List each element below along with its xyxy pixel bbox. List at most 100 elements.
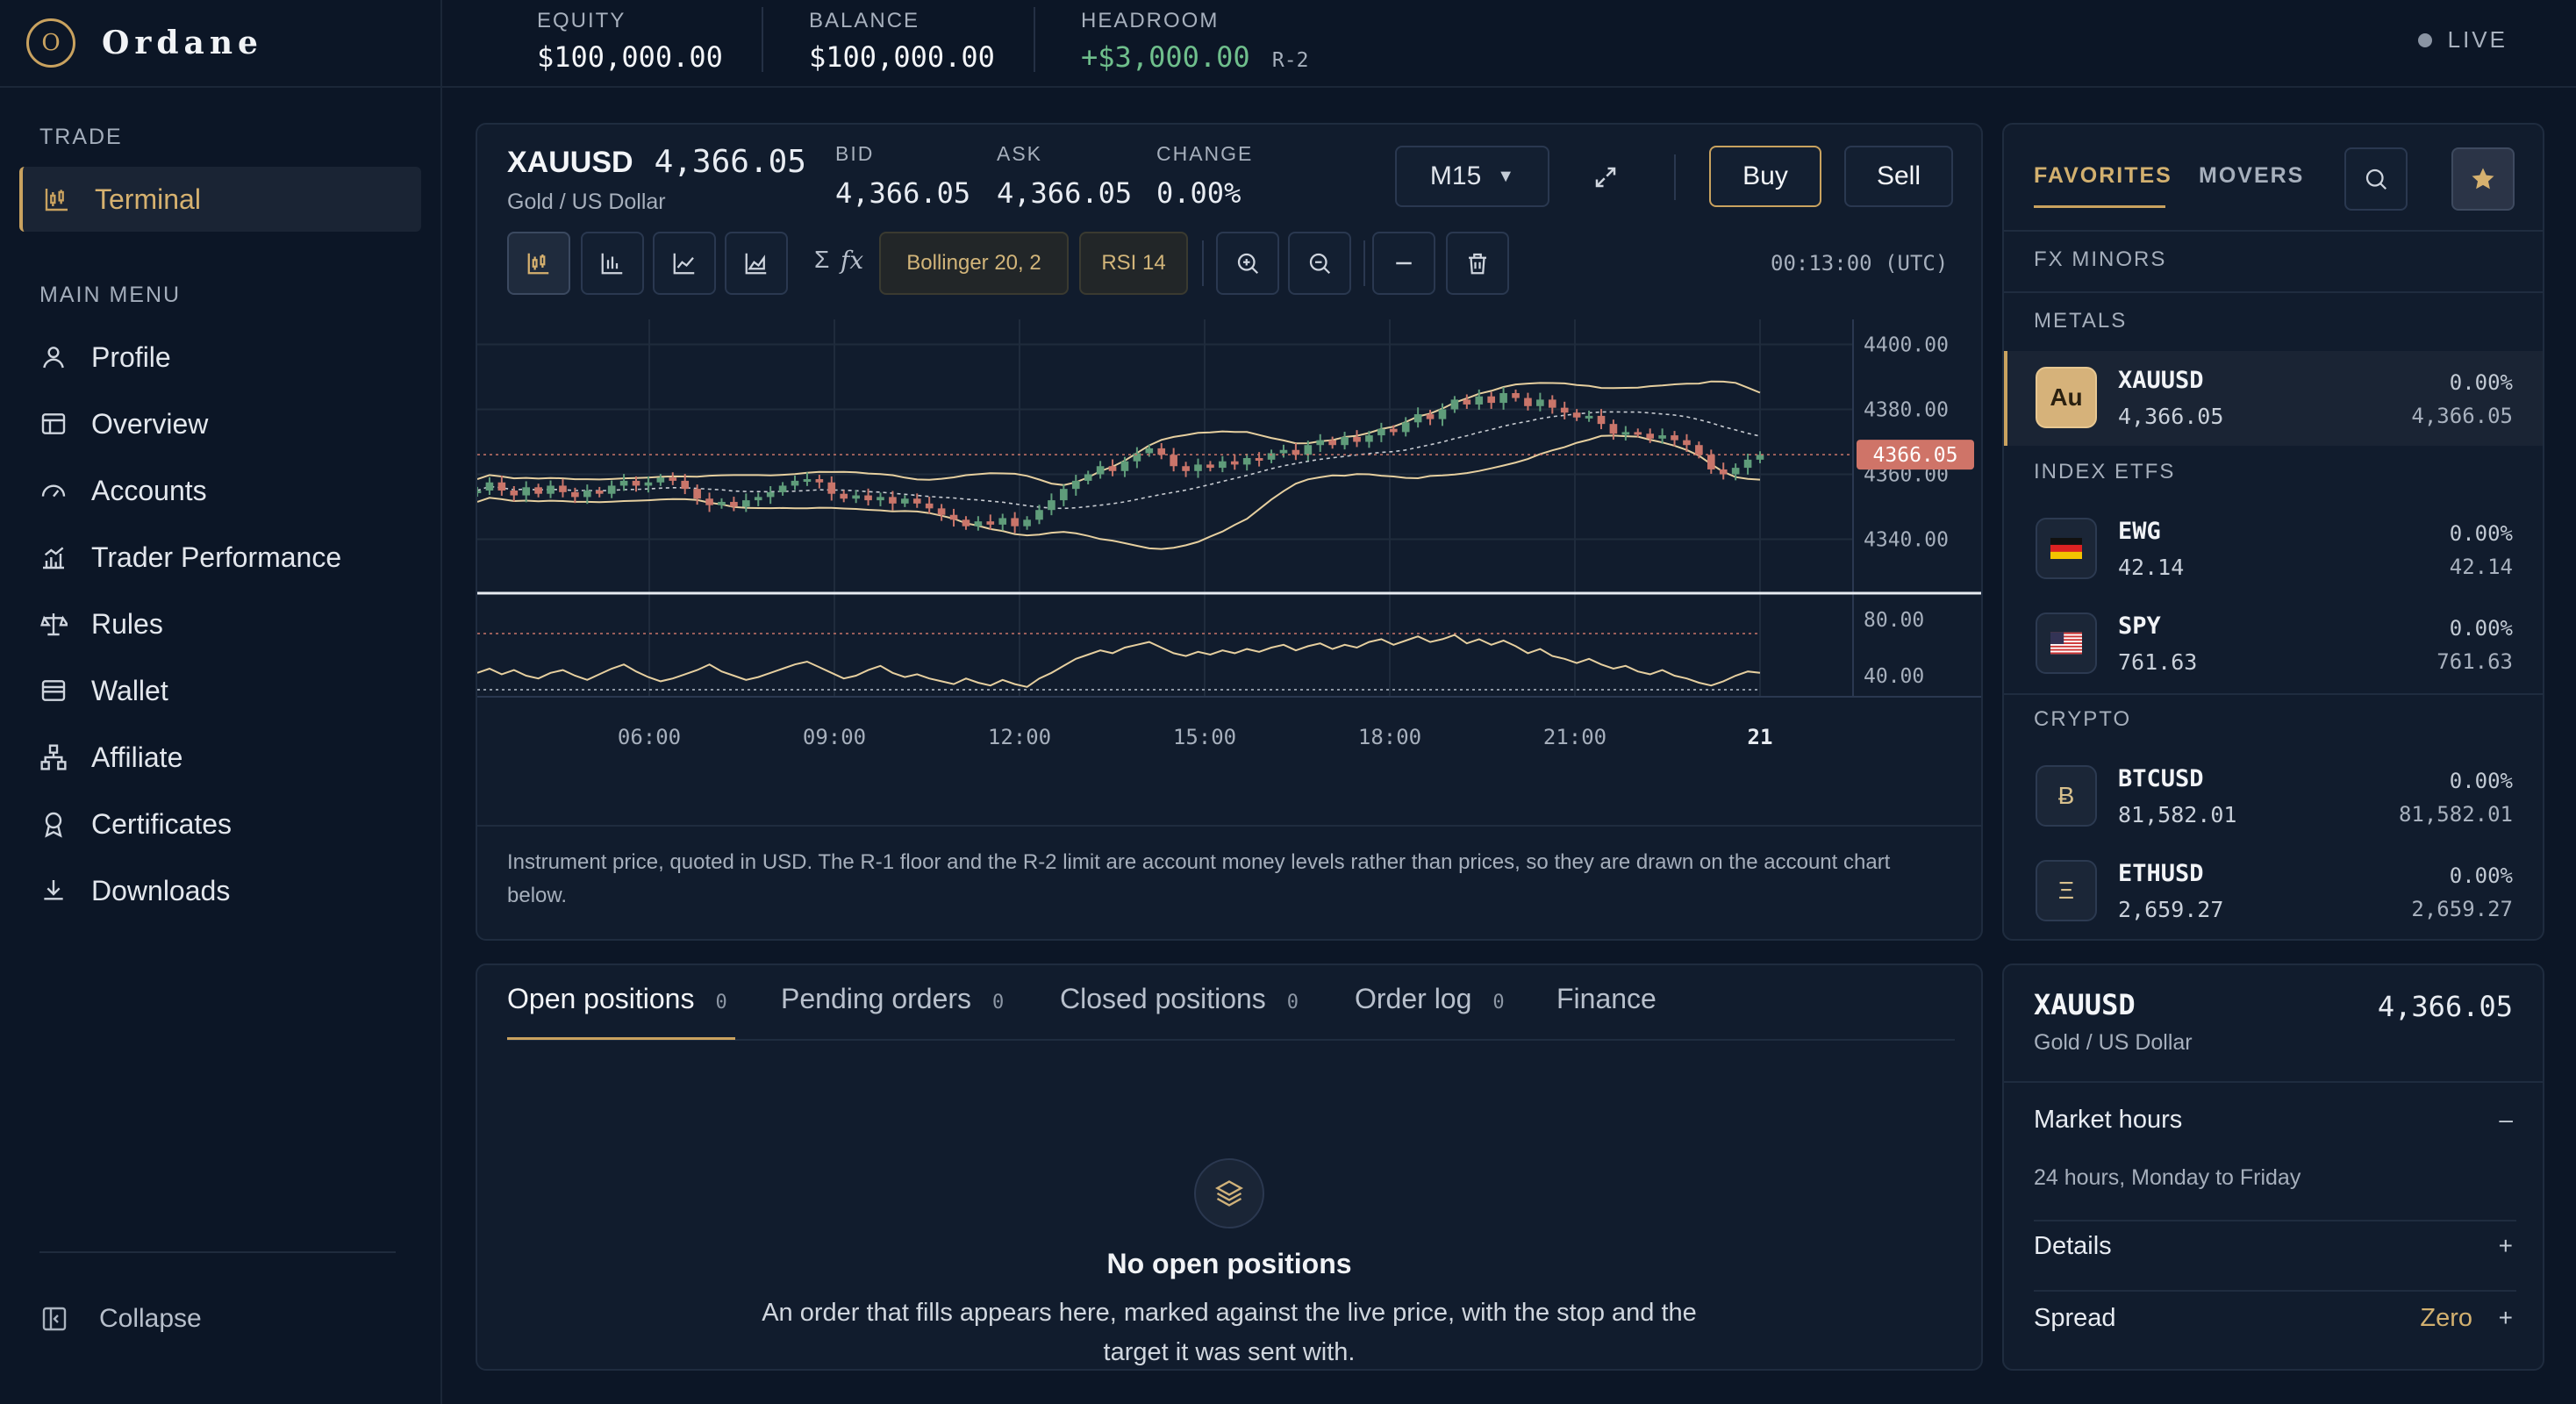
watchlist-search-button[interactable] [2344,147,2408,211]
candle-body [1524,398,1532,406]
rsi-indicator-pill[interactable]: RSI 14 [1079,232,1188,295]
watchlist-row-xauusd[interactable]: Au XAUUSD 4,366.05 0.00% 4,366.05 [2004,351,2543,446]
nav-section-main-menu: MAIN MENU [39,283,182,307]
watchlist-price-secondary: 42.14 [2449,555,2513,579]
watchlist-price-secondary: 761.63 [2436,649,2513,674]
tab-favorites[interactable]: FAVORITES [2034,163,2172,189]
tab-order-log[interactable]: Order log 0 [1355,983,1505,1015]
watchlist-row-spy[interactable]: SPY 761.63 0.00% 761.63 [2004,597,2543,691]
candle-body [559,485,567,492]
toolbar-divider [1363,240,1365,286]
sidebar-item-overview[interactable]: Overview [19,391,421,456]
price-chart[interactable]: 06:00 09:00 12:00 15:00 18:00 21:00 21 4400.00 4… [477,319,1983,820]
sidebar-item-terminal[interactable]: Terminal [19,167,421,232]
area-chart-button[interactable] [725,232,788,295]
sidebar-item-downloads[interactable]: Downloads [19,858,421,923]
fullscreen-button[interactable] [1586,158,1625,197]
candle-body [901,498,909,504]
watchlist-change: 0.00% [2449,521,2513,546]
watchlist-symbol: XAUUSD [2118,367,2204,394]
tab-open-positions[interactable]: Open positions 0 [507,983,727,1015]
spread-toggle[interactable]: Spread Zero + [2004,1304,2543,1348]
sidebar-item-profile[interactable]: Profile [19,325,421,390]
chart-note: Instrument price, quoted in USD. The R-1… [507,850,1891,907]
headroom-amount: +$3,000.00 [1081,40,1250,74]
horizontal-line-tool-button[interactable] [1372,232,1435,295]
toolbar-divider [1202,240,1204,286]
details-toggle[interactable]: Details + [2004,1232,2543,1276]
equity-stat: EQUITY $100,000.00 [537,9,723,74]
brand[interactable]: O Ordane [0,0,440,88]
active-tab-underline [2034,205,2165,208]
candle-body [1365,435,1373,442]
candle-body [619,480,628,486]
candle-body [1743,459,1752,469]
timeframe-select[interactable]: M15 ▼ [1395,146,1549,207]
x-tick-label: 09:00 [803,725,866,749]
positions-panel: Open positions 0 Pending orders 0 Closed… [476,963,1983,1371]
sidebar-item-accounts[interactable]: Accounts [19,458,421,523]
candle-body [1145,448,1154,454]
tab-closed-positions[interactable]: Closed positions 0 [1060,983,1299,1015]
sidebar-item-affiliate[interactable]: Affiliate [19,725,421,790]
brand-name: Ordane [102,25,263,61]
watchlist-price-secondary: 4,366.05 [2411,404,2513,428]
buy-button[interactable]: Buy [1709,146,1821,207]
candle-body [705,498,713,505]
candle-body [1219,461,1227,469]
chart-note-divider [477,825,1981,827]
section-metals[interactable]: METALS [2004,309,2543,333]
candle-body [1328,440,1336,446]
stat-divider [762,7,763,72]
divider [2004,230,2543,232]
candle-body [1512,393,1520,398]
area-chart-icon [745,253,767,275]
tab-finance[interactable]: Finance [1556,983,1657,1015]
candle-body [1695,445,1703,455]
sidebar-item-rules[interactable]: Rules [19,591,421,656]
expand-icon: + [2498,1232,2513,1259]
candle-body [1011,518,1019,526]
watchlist-row-btcusd[interactable]: Ƀ BTCUSD 81,582.01 0.00% 81,582.01 [2004,749,2543,844]
collapse-button[interactable]: Collapse [39,1304,202,1334]
instrument-name: Gold / US Dollar [2034,1030,2193,1055]
market-hours-toggle[interactable]: Market hours – [2004,1106,2543,1150]
bollinger-indicator-pill[interactable]: Bollinger 20, 2 [879,232,1069,295]
line-chart-button[interactable] [653,232,716,295]
zoom-out-button[interactable] [1288,232,1351,295]
delete-drawings-button[interactable] [1446,232,1509,295]
sidebar-item-certificates[interactable]: Certificates [19,792,421,856]
sidebar-item-wallet[interactable]: Wallet [19,658,421,723]
candle-body [1035,510,1043,520]
section-index-etfs[interactable]: INDEX ETFS [2004,460,2543,484]
download-icon [39,876,68,906]
fx-icon: fx [841,246,864,275]
sidebar-item-trader-performance[interactable]: Trader Performance [19,525,421,590]
candle-body [754,497,762,501]
candle-body [791,480,799,486]
bars-chart-button[interactable] [581,232,644,295]
candle-body [644,482,653,486]
candles-chart-button[interactable] [507,232,570,295]
candle-body [1206,464,1214,469]
sell-button[interactable]: Sell [1844,146,1953,207]
watchlist-symbol: ETHUSD [2118,860,2204,887]
watchlist-panel: FAVORITES MOVERS FX MINORS METALS Au XAU… [2002,123,2544,941]
candle-body [1157,448,1166,455]
tab-label: Finance [1556,983,1657,1014]
favorites-star-button[interactable] [2451,147,2515,211]
headroom-label: HEADROOM [1081,9,1220,32]
section-crypto[interactable]: CRYPTO [2004,707,2543,732]
sidebar-item-label: Profile [91,340,171,373]
watchlist-price: 761.63 [2118,649,2198,675]
tab-movers[interactable]: MOVERS [2199,163,2304,189]
section-fx-minors[interactable]: FX MINORS [2004,247,2543,272]
watchlist-row-ethusd[interactable]: Ξ ETHUSD 2,659.27 0.00% 2,659.27 [2004,844,2543,939]
candle-body [1683,440,1691,446]
watchlist-row-ewg[interactable]: EWG 42.14 0.00% 42.14 [2004,502,2543,597]
zoom-in-button[interactable] [1216,232,1279,295]
watchlist-symbol: EWG [2118,518,2161,545]
candle-body [1096,466,1105,475]
sidebar: O Ordane TRADE Terminal MAIN MENU Profil… [0,0,442,1404]
tab-pending-orders[interactable]: Pending orders 0 [781,983,1004,1015]
